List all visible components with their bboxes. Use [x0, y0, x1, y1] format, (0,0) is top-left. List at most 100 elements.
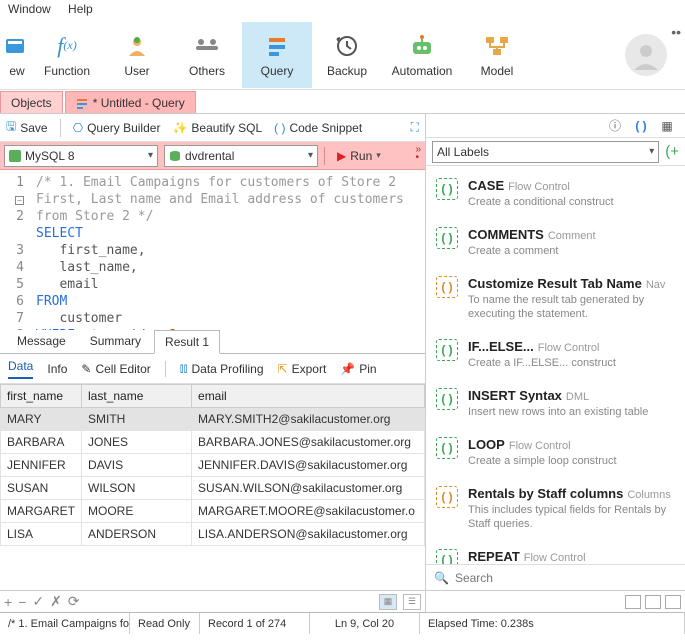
col-lastname[interactable]: last_name — [82, 385, 192, 408]
data-profiling-button[interactable]: ⫾⫾Data Profiling — [180, 361, 264, 376]
tab-message[interactable]: Message — [6, 329, 77, 353]
cell-editor-icon: ✎ — [81, 362, 91, 376]
backup-icon — [333, 32, 361, 60]
tool-backup[interactable]: Backup — [312, 22, 382, 88]
toolbar-more-icon[interactable]: •• — [671, 24, 681, 40]
subtab-data[interactable]: Data — [8, 359, 33, 379]
tab-untitled-query[interactable]: * Untitled - Query — [65, 91, 196, 113]
snippet-search[interactable]: 🔍 Search — [426, 564, 685, 590]
status-position: Ln 9, Col 20 — [310, 613, 420, 634]
add-snippet-icon[interactable]: (+ — [665, 143, 679, 160]
cancel-icon[interactable]: ✗ — [50, 593, 62, 610]
delete-row-icon[interactable]: − — [18, 594, 26, 610]
table-row[interactable]: MARYSMITHMARY.SMITH2@sakilacustomer.org — [1, 408, 425, 431]
avatar-icon — [631, 40, 661, 70]
editor-actionbar: 🖫Save ⎔Query Builder ✨Beautify SQL ( ) Co… — [0, 114, 425, 142]
others-icon — [193, 32, 221, 60]
footer-box-icon[interactable] — [625, 595, 641, 609]
add-row-icon[interactable]: + — [4, 594, 12, 610]
snippet-item[interactable]: ( )CASEFlow ControlCreate a conditional … — [426, 170, 685, 219]
query-tab-icon — [76, 97, 88, 109]
cell-editor-button[interactable]: ✎Cell Editor — [81, 362, 150, 376]
tool-view[interactable]: ew — [2, 22, 32, 88]
grid-view-icon[interactable]: ▦ — [379, 594, 397, 610]
footer-box-icon[interactable] — [645, 595, 661, 609]
tool-function[interactable]: f(x) Function — [32, 22, 102, 88]
tool-model-label: Model — [481, 64, 514, 78]
tab-objects-label: Objects — [11, 96, 52, 110]
export-button[interactable]: ⇱Export — [278, 362, 327, 376]
snippet-icon: ( ) — [436, 486, 458, 508]
sql-code[interactable]: /* 1. Email Campaigns for customers of S… — [30, 170, 425, 330]
snippet-item[interactable]: ( )IF...ELSE...Flow ControlCreate a IF..… — [426, 331, 685, 380]
database-combo[interactable]: dvdrental ▾ — [164, 145, 318, 167]
query-builder-button[interactable]: ⎔Query Builder — [73, 121, 161, 135]
tool-automation[interactable]: Automation — [382, 22, 462, 88]
table-row[interactable]: JENNIFERDAVISJENNIFER.DAVIS@sakilacustom… — [1, 454, 425, 477]
run-button[interactable]: ▶ Run ▾ — [331, 145, 387, 167]
tool-others-label: Others — [189, 64, 225, 78]
col-firstname[interactable]: first_name — [1, 385, 82, 408]
main-toolbar: ew f(x) Function User Others Query Backu… — [0, 20, 685, 90]
refresh-icon[interactable]: ⟳ — [68, 593, 80, 610]
snippet-item[interactable]: ( )Rentals by Staff columnsColumnsThis i… — [426, 478, 685, 541]
connection-bar: MySQL 8 ▾ dvdrental ▾ ▶ Run ▾ »• — [0, 142, 425, 170]
tool-function-label: Function — [44, 64, 90, 78]
snippet-item[interactable]: ( )COMMENTSCommentCreate a comment — [426, 219, 685, 268]
avatar[interactable] — [625, 34, 667, 76]
menu-help[interactable]: Help — [68, 2, 93, 16]
tab-summary[interactable]: Summary — [79, 329, 152, 353]
result-grid[interactable]: first_name last_name email MARYSMITHMARY… — [0, 384, 425, 590]
pin-icon: 📌 — [340, 362, 355, 376]
table-row[interactable]: BARBARAJONESBARBARA.JONES@sakilacustomer… — [1, 431, 425, 454]
footer-box-icon[interactable] — [665, 595, 681, 609]
tool-model[interactable]: Model — [462, 22, 532, 88]
expand-icon[interactable]: ⛶ — [411, 120, 419, 135]
right-footer — [426, 590, 685, 612]
overflow-icon[interactable]: »• — [415, 146, 421, 162]
snippet-panel: ⓘ ( ) ▦ All Labels ▾ (+ ( )CASEFlow Cont… — [426, 114, 685, 612]
code-snippet-button[interactable]: ( ) Code Snippet — [274, 121, 362, 135]
status-elapsed: Elapsed Time: 0.238s — [420, 613, 685, 634]
menu-window[interactable]: Window — [8, 2, 51, 16]
play-icon: ▶ — [337, 149, 346, 163]
table-row[interactable]: LISAANDERSONLISA.ANDERSON@sakilacustomer… — [1, 523, 425, 546]
tab-result1[interactable]: Result 1 — [154, 330, 220, 354]
tool-others[interactable]: Others — [172, 22, 242, 88]
sql-editor[interactable]: 1 −23456789 /* 1. Email Campaigns for cu… — [0, 170, 425, 330]
query-builder-label: Query Builder — [87, 121, 160, 135]
tool-user-label: User — [124, 64, 149, 78]
info-icon[interactable]: ⓘ — [607, 118, 623, 134]
server-combo[interactable]: MySQL 8 ▾ — [4, 145, 158, 167]
query-icon — [263, 32, 291, 60]
col-email[interactable]: email — [192, 385, 425, 408]
snippet-list[interactable]: ( )CASEFlow ControlCreate a conditional … — [426, 166, 685, 564]
tool-query[interactable]: Query — [242, 22, 312, 88]
table-row[interactable]: MARGARETMOOREMARGARET.MOORE@sakilacustom… — [1, 500, 425, 523]
code-snippet-label: Code Snippet — [289, 121, 362, 135]
snippet-item[interactable]: ( )Customize Result Tab NameNavTo name t… — [426, 268, 685, 331]
code-snippet-icon: ( ) — [274, 121, 285, 135]
apply-icon[interactable]: ✓ — [32, 593, 44, 610]
export-icon: ⇱ — [278, 362, 288, 376]
tab-objects[interactable]: Objects — [0, 91, 63, 113]
tab-untitled-label: * Untitled - Query — [93, 96, 185, 110]
snippet-item[interactable]: ( )REPEATFlow ControlCreate A REPEAT con… — [426, 541, 685, 564]
view-icon — [3, 32, 31, 60]
snippet-item[interactable]: ( )INSERT SyntaxDMLInsert new rows into … — [426, 380, 685, 429]
table-row[interactable]: SUSANWILSONSUSAN.WILSON@sakilacustomer.o… — [1, 477, 425, 500]
pin-button[interactable]: 📌Pin — [340, 362, 376, 376]
subtab-info[interactable]: Info — [47, 362, 67, 376]
tool-user[interactable]: User — [102, 22, 172, 88]
grid-footer: + − ✓ ✗ ⟳ ▦ ☰ — [0, 590, 425, 612]
brackets-icon[interactable]: ( ) — [633, 118, 649, 134]
beautify-button[interactable]: ✨Beautify SQL — [172, 121, 262, 135]
server-icon — [9, 150, 21, 162]
columns-icon[interactable]: ▦ — [659, 118, 675, 134]
snippet-item[interactable]: ( )LOOPFlow ControlCreate a simple loop … — [426, 429, 685, 478]
save-button[interactable]: 🖫Save — [6, 117, 48, 138]
labels-combo[interactable]: All Labels ▾ — [432, 141, 659, 163]
form-view-icon[interactable]: ☰ — [403, 594, 421, 610]
snippet-filter: All Labels ▾ (+ — [426, 138, 685, 166]
beautify-icon: ✨ — [172, 121, 187, 135]
